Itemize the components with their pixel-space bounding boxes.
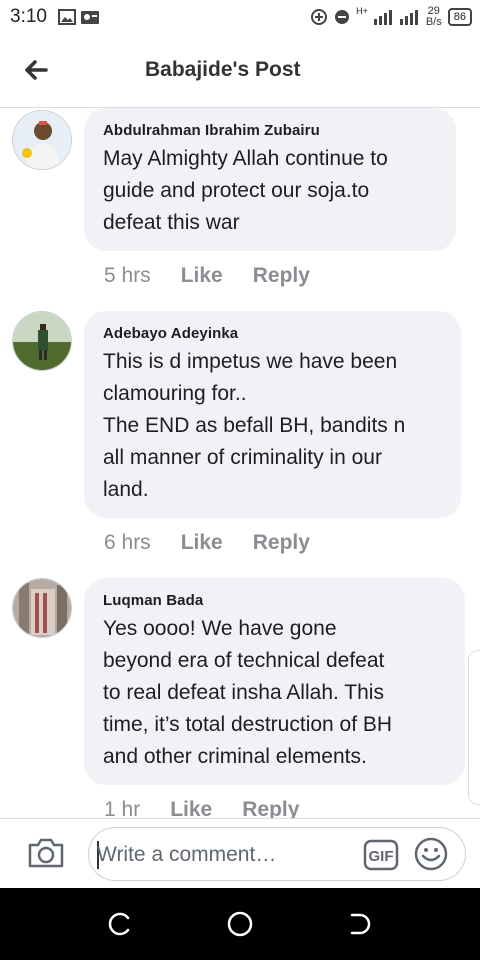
- comment-author[interactable]: Adebayo Adeyinka: [103, 325, 443, 342]
- status-bar: 3:10 H+ 29 B/s 86: [0, 0, 480, 36]
- data-saver-icon: [311, 9, 328, 25]
- avatar[interactable]: [12, 578, 72, 638]
- net-speed-unit: B/s: [425, 16, 442, 28]
- reply-button[interactable]: Reply: [253, 531, 310, 555]
- home-circle-icon: [227, 911, 253, 937]
- comment-timestamp[interactable]: 5 hrs: [104, 264, 151, 288]
- page-title: Babajide's Post: [145, 58, 301, 81]
- back-nav-button[interactable]: [346, 910, 374, 938]
- comment-input-box[interactable]: GIF: [88, 827, 466, 881]
- net-speed: 29 B/s: [426, 6, 442, 28]
- post-header: Babajide's Post: [0, 36, 480, 108]
- camera-icon: [28, 838, 64, 868]
- status-right-icons: H+ 29 B/s 86: [310, 6, 472, 28]
- avatar-image: [13, 111, 71, 169]
- back-button[interactable]: [20, 54, 52, 86]
- comment-actions: 5 hrs Like Reply: [104, 264, 310, 288]
- comment-input[interactable]: [97, 840, 347, 870]
- comment-text: May Almighty Allah continue to guide and…: [103, 147, 388, 234]
- comment-timestamp[interactable]: 6 hrs: [104, 531, 151, 555]
- comment-bubble[interactable]: Adebayo Adeyinka This is d impetus we ha…: [84, 311, 461, 518]
- comment-bubble[interactable]: Luqman Bada Yes oooo! We have gone beyon…: [84, 578, 465, 785]
- avatar-image: [13, 312, 71, 370]
- avatar[interactable]: [12, 311, 72, 371]
- gif-button[interactable]: GIF: [363, 839, 399, 871]
- gif-label: GIF: [369, 848, 394, 865]
- battery-indicator: 86: [447, 8, 472, 26]
- avatar[interactable]: [12, 110, 72, 170]
- home-button[interactable]: [226, 910, 254, 938]
- do-not-disturb-icon: [335, 10, 350, 24]
- comment-author[interactable]: Luqman Bada: [103, 592, 447, 609]
- arrow-left-icon: [25, 60, 48, 80]
- status-notification-icons: [58, 8, 100, 26]
- signal-icon: [373, 10, 392, 25]
- gif-icon: GIF: [363, 839, 399, 871]
- recents-icon: [108, 912, 130, 936]
- screen: 3:10 H+ 29 B/s 86 Babajide's Post Abdulr…: [0, 0, 480, 960]
- comment-composer: GIF: [0, 818, 480, 888]
- network-type: H+: [356, 6, 368, 16]
- status-time: 3:10: [10, 6, 47, 27]
- gallery-icon: [58, 9, 76, 25]
- reply-button[interactable]: Reply: [253, 264, 310, 288]
- comment-author[interactable]: Abdulrahman Ibrahim Zubairu: [103, 122, 438, 139]
- back-nav-icon: [350, 913, 371, 935]
- comment-text: Yes oooo! We have gone beyond era of tec…: [103, 617, 393, 768]
- like-button[interactable]: Like: [181, 531, 223, 555]
- like-button[interactable]: Like: [181, 264, 223, 288]
- comment-text: This is d impetus we have been clamourin…: [103, 350, 406, 501]
- comment-actions: 6 hrs Like Reply: [104, 531, 310, 555]
- avatar-image: [13, 579, 71, 637]
- emoji-button[interactable]: [413, 836, 449, 872]
- emoji-icon: [414, 837, 448, 871]
- camera-button[interactable]: [26, 835, 66, 871]
- photo-icon: [81, 11, 99, 24]
- system-nav-bar: [0, 888, 480, 960]
- signal-icon-2: [399, 10, 418, 25]
- scroll-handle[interactable]: [468, 650, 480, 805]
- recents-button[interactable]: [106, 910, 134, 938]
- comment-bubble[interactable]: Abdulrahman Ibrahim Zubairu May Almighty…: [84, 108, 456, 251]
